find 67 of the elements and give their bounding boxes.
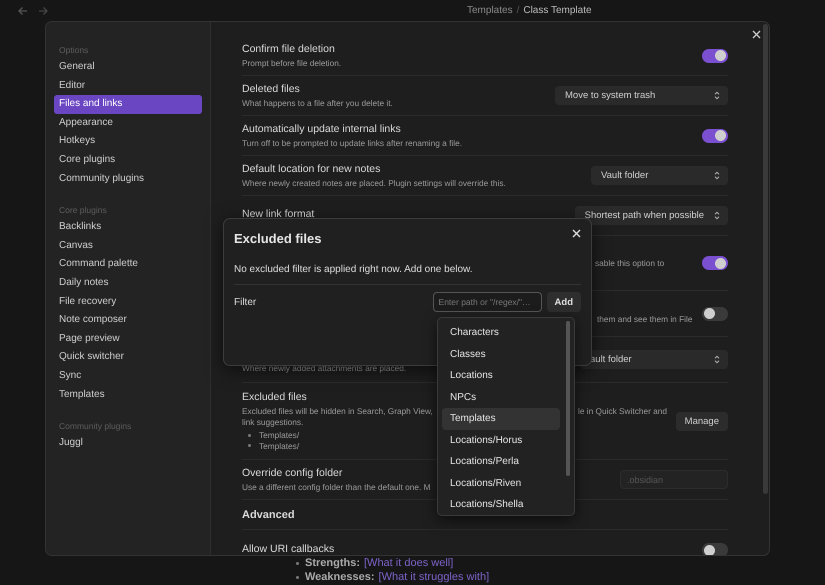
sidebar-heading: Options: [58, 44, 90, 57]
setting-description: sable this option to: [595, 258, 664, 268]
setting-title: Allow URI callbacks: [242, 542, 334, 554]
filter-field[interactable]: Enter path or "/regex/"…: [432, 292, 542, 312]
setting-description: link suggestions.: [242, 416, 304, 427]
dialog-title: Excluded files: [234, 231, 322, 246]
suggestion-item[interactable]: Locations/Perla: [442, 451, 560, 472]
setting-description: them and see them in File: [597, 314, 692, 325]
sidebar-item[interactable]: Daily notes: [54, 274, 202, 293]
setting-title: Deleted files: [242, 82, 300, 95]
note-label: Strengths:: [305, 556, 360, 570]
setting-title: New link format: [242, 208, 314, 220]
sidebar-item[interactable]: Page preview: [54, 330, 202, 348]
sidebar-item[interactable]: Canvas: [54, 236, 202, 256]
setting-description: le in Quick Switcher and: [578, 406, 667, 416]
sidebar-item[interactable]: Note composer: [54, 311, 202, 330]
suggestion-item[interactable]: Templates: [442, 408, 560, 430]
sidebar-item[interactable]: Quick switcher: [54, 348, 202, 367]
suggestion-item[interactable]: Characters: [442, 322, 560, 344]
setting-description: Turn off to be prompted to update links after renaming a file.: [242, 138, 462, 148]
filter-label: Filter: [234, 296, 258, 308]
dropdown[interactable]: Shortest path when possible: [574, 206, 728, 225]
suggestion-item[interactable]: Locations/Riven: [442, 472, 560, 494]
add-button[interactable]: Add: [546, 292, 581, 312]
dropdown[interactable]: Move to system trash: [555, 86, 728, 105]
setting-description: Prompt before file deletion.: [242, 58, 342, 68]
sidebar-item[interactable]: Command palette: [54, 255, 202, 274]
breadcrumb-parent[interactable]: Templates: [467, 5, 513, 16]
setting-title: Default location for new notes: [242, 162, 380, 175]
setting-description: Use a different config folder than the default one. M: [242, 482, 430, 492]
breadcrumb-current: Class Template: [523, 5, 592, 16]
sidebar-item[interactable]: General: [54, 58, 202, 77]
sidebar-item[interactable]: File recovery: [54, 292, 202, 312]
setting-title: Excluded files: [242, 391, 307, 403]
suggestion-item[interactable]: Locations/Shella: [442, 494, 560, 516]
setting-description: Excluded files will be hidden in Search, Graph View,: [242, 406, 433, 416]
sidebar-item[interactable]: Appearance: [54, 114, 202, 132]
dialog-message: No excluded filter is applied right now. Add one below.: [234, 264, 581, 285]
sidebar-heading: Core plugins: [58, 204, 108, 218]
sidebar-item[interactable]: Core plugins: [54, 150, 202, 170]
excluded-path: Templates/: [259, 440, 300, 451]
note-link[interactable]: [What it struggles with]: [378, 570, 490, 584]
setting-title: Confirm file deletion: [242, 42, 335, 55]
sidebar-item[interactable]: Hotkeys: [54, 132, 202, 151]
suggestion-item[interactable]: Classes: [442, 344, 560, 365]
setting-description: Where newly created notes are placed. Plugin settings will override this.: [242, 178, 506, 188]
excluded-path: Templates/: [259, 430, 300, 440]
setting-title: Advanced: [242, 508, 295, 520]
setting-description: What happens to a file after you delete it.: [242, 98, 393, 108]
note-label: Weaknesses:: [305, 570, 375, 584]
suggestion-item[interactable]: Locations: [442, 365, 560, 386]
dropdown[interactable]: Vault folder: [591, 166, 728, 185]
suggestion-item[interactable]: NPCs: [442, 386, 560, 408]
manage-button[interactable]: Manage: [676, 412, 728, 430]
setting-title: Automatically update internal links: [242, 122, 401, 135]
sidebar-item[interactable]: Backlinks: [54, 218, 202, 237]
suggestion-item[interactable]: Locations/Horus: [442, 430, 560, 451]
sidebar-heading: Community plugins: [58, 420, 132, 434]
breadcrumb-separator: /: [516, 5, 520, 16]
sidebar-item[interactable]: Community plugins: [54, 170, 202, 188]
sidebar-item[interactable]: Sync: [54, 366, 202, 386]
sidebar-item[interactable]: Files and links: [54, 95, 202, 114]
sidebar-item[interactable]: Templates: [54, 386, 202, 404]
setting-title: Override config folder: [242, 466, 342, 479]
sidebar-item[interactable]: Juggl: [54, 434, 202, 453]
sidebar-item[interactable]: Editor: [54, 76, 202, 96]
note-link[interactable]: [What it does well]: [364, 556, 454, 570]
